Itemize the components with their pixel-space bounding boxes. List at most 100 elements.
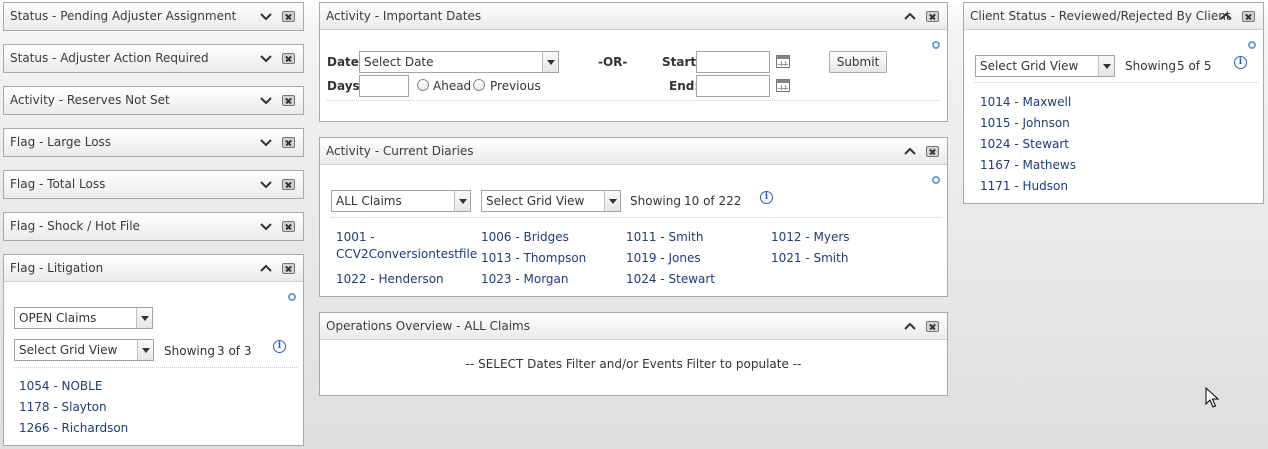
panel-title: Status - Pending Adjuster Assignment bbox=[10, 9, 237, 23]
ahead-radio[interactable] bbox=[417, 79, 429, 91]
panel-pending-adjuster: Status - Pending Adjuster Assignment bbox=[3, 2, 304, 31]
submit-button[interactable]: Submit bbox=[829, 51, 887, 73]
panel-header[interactable]: Status - Adjuster Action Required bbox=[4, 45, 303, 72]
claim-link[interactable]: 1023 - Morgan bbox=[481, 271, 569, 288]
close-icon[interactable] bbox=[282, 137, 295, 148]
close-icon[interactable] bbox=[926, 145, 939, 157]
gear-icon[interactable] bbox=[288, 293, 296, 301]
chevron-down-icon[interactable] bbox=[260, 96, 272, 106]
panel-header[interactable]: Flag - Total Loss bbox=[4, 171, 303, 198]
chevron-down-icon[interactable] bbox=[260, 138, 272, 148]
gear-icon[interactable] bbox=[932, 41, 940, 49]
claim-link[interactable]: 1006 - Bridges bbox=[481, 229, 569, 246]
chevron-down-icon[interactable] bbox=[137, 340, 153, 360]
claims-filter-select[interactable]: OPEN Claims bbox=[14, 307, 153, 329]
chevron-down-icon[interactable] bbox=[260, 222, 272, 232]
claim-link[interactable]: 1011 - Smith bbox=[626, 229, 703, 246]
end-date-input[interactable] bbox=[696, 75, 770, 97]
info-icon[interactable]: i bbox=[273, 340, 286, 353]
chevron-up-icon[interactable] bbox=[904, 321, 916, 331]
chevron-down-icon[interactable] bbox=[1098, 56, 1114, 76]
start-date-input[interactable] bbox=[696, 51, 770, 73]
close-icon[interactable] bbox=[1242, 10, 1255, 22]
claim-link[interactable]: 1019 - Jones bbox=[626, 250, 701, 267]
chevron-down-icon[interactable] bbox=[260, 54, 272, 64]
claim-link[interactable]: 1001 - CCV2Conversiontestfile bbox=[336, 229, 477, 263]
chevron-up-icon[interactable] bbox=[1220, 11, 1232, 21]
panel-header[interactable]: Flag - Litigation bbox=[4, 255, 303, 282]
days-input[interactable] bbox=[359, 75, 409, 97]
close-icon[interactable] bbox=[282, 179, 295, 190]
calendar-icon[interactable] bbox=[776, 79, 790, 92]
panel-total-loss: Flag - Total Loss bbox=[3, 170, 304, 199]
info-icon[interactable]: i bbox=[1234, 56, 1247, 69]
panel-header[interactable]: Flag - Shock / Hot File bbox=[4, 213, 303, 240]
chevron-down-icon[interactable] bbox=[260, 180, 272, 190]
claim-link[interactable]: 1013 - Thompson bbox=[481, 250, 586, 267]
showing-count: 10 of 222 bbox=[684, 194, 742, 208]
info-icon[interactable]: i bbox=[760, 191, 773, 204]
close-icon[interactable] bbox=[282, 11, 295, 22]
date-select-value: Select Date bbox=[364, 55, 434, 69]
claim-link[interactable]: 1178 - Slayton bbox=[19, 399, 107, 416]
gear-icon[interactable] bbox=[932, 176, 940, 184]
chevron-down-icon[interactable] bbox=[454, 191, 470, 211]
claim-link[interactable]: 1171 - Hudson bbox=[980, 178, 1068, 195]
divider bbox=[975, 82, 1257, 83]
or-label: -OR- bbox=[598, 55, 628, 69]
claim-link[interactable]: 1054 - NOBLE bbox=[19, 378, 102, 395]
claim-link[interactable]: 1012 - Myers bbox=[771, 229, 850, 246]
previous-label: Previous bbox=[490, 79, 541, 93]
claim-link[interactable]: 1167 - Mathews bbox=[980, 157, 1076, 174]
panel-header[interactable]: Activity - Reserves Not Set bbox=[4, 87, 303, 114]
chevron-up-icon[interactable] bbox=[260, 263, 272, 273]
calendar-icon[interactable] bbox=[776, 55, 790, 68]
panel-important-dates: Activity - Important Dates Date: Select … bbox=[319, 2, 948, 122]
claim-link[interactable]: 1022 - Henderson bbox=[336, 271, 444, 288]
panel-title: Activity - Important Dates bbox=[326, 9, 482, 23]
grid-view-value: Select Grid View bbox=[980, 59, 1079, 73]
previous-radio[interactable] bbox=[473, 79, 485, 91]
panel-header[interactable]: Flag - Large Loss bbox=[4, 129, 303, 156]
chevron-up-icon[interactable] bbox=[904, 146, 916, 156]
empty-state-message: -- SELECT Dates Filter and/or Events Fil… bbox=[465, 357, 802, 371]
close-icon[interactable] bbox=[282, 221, 295, 232]
panel-header[interactable]: Client Status - Reviewed/Rejected By Cli… bbox=[964, 3, 1263, 30]
panel-header[interactable]: Status - Pending Adjuster Assignment bbox=[4, 3, 303, 30]
date-select[interactable]: Select Date bbox=[359, 51, 559, 73]
close-icon[interactable] bbox=[926, 320, 939, 332]
end-label: End: bbox=[669, 79, 700, 93]
panel-header[interactable]: Activity - Current Diaries bbox=[320, 138, 947, 165]
chevron-down-icon[interactable] bbox=[136, 308, 152, 328]
claims-filter-select[interactable]: ALL Claims bbox=[331, 190, 471, 212]
panel-header[interactable]: Operations Overview - ALL Claims bbox=[320, 313, 947, 340]
showing-label: Showing bbox=[1125, 59, 1176, 73]
panel-title: Flag - Large Loss bbox=[10, 135, 112, 149]
showing-count: 3 of 3 bbox=[217, 344, 252, 358]
chevron-up-icon[interactable] bbox=[904, 11, 916, 21]
claim-link[interactable]: 1024 - Stewart bbox=[980, 136, 1069, 153]
panel-reserves-not-set: Activity - Reserves Not Set bbox=[3, 86, 304, 115]
panel-current-diaries: Activity - Current Diaries ALL Claims Se… bbox=[319, 137, 948, 297]
chevron-down-icon[interactable] bbox=[260, 12, 272, 22]
grid-view-select[interactable]: Select Grid View bbox=[481, 190, 621, 212]
claim-link[interactable]: 1021 - Smith bbox=[771, 250, 848, 267]
gear-icon[interactable] bbox=[1248, 41, 1256, 49]
close-icon[interactable] bbox=[282, 53, 295, 64]
panel-adjuster-action: Status - Adjuster Action Required bbox=[3, 44, 304, 73]
claim-link[interactable]: 1014 - Maxwell bbox=[980, 94, 1071, 111]
close-icon[interactable] bbox=[282, 262, 295, 274]
grid-view-select[interactable]: Select Grid View bbox=[14, 339, 154, 361]
chevron-down-icon[interactable] bbox=[604, 191, 620, 211]
grid-view-select[interactable]: Select Grid View bbox=[975, 55, 1115, 77]
close-icon[interactable] bbox=[926, 10, 939, 22]
claim-link[interactable]: 1015 - Johnson bbox=[980, 115, 1070, 132]
chevron-down-icon[interactable] bbox=[542, 52, 558, 72]
panel-operations-overview: Operations Overview - ALL Claims -- SELE… bbox=[319, 312, 948, 396]
claims-filter-value: OPEN Claims bbox=[19, 311, 97, 325]
claim-link[interactable]: 1266 - Richardson bbox=[19, 420, 128, 437]
claim-link[interactable]: 1024 - Stewart bbox=[626, 271, 715, 288]
panel-title: Activity - Current Diaries bbox=[326, 144, 474, 158]
panel-header[interactable]: Activity - Important Dates bbox=[320, 3, 947, 30]
close-icon[interactable] bbox=[282, 95, 295, 106]
